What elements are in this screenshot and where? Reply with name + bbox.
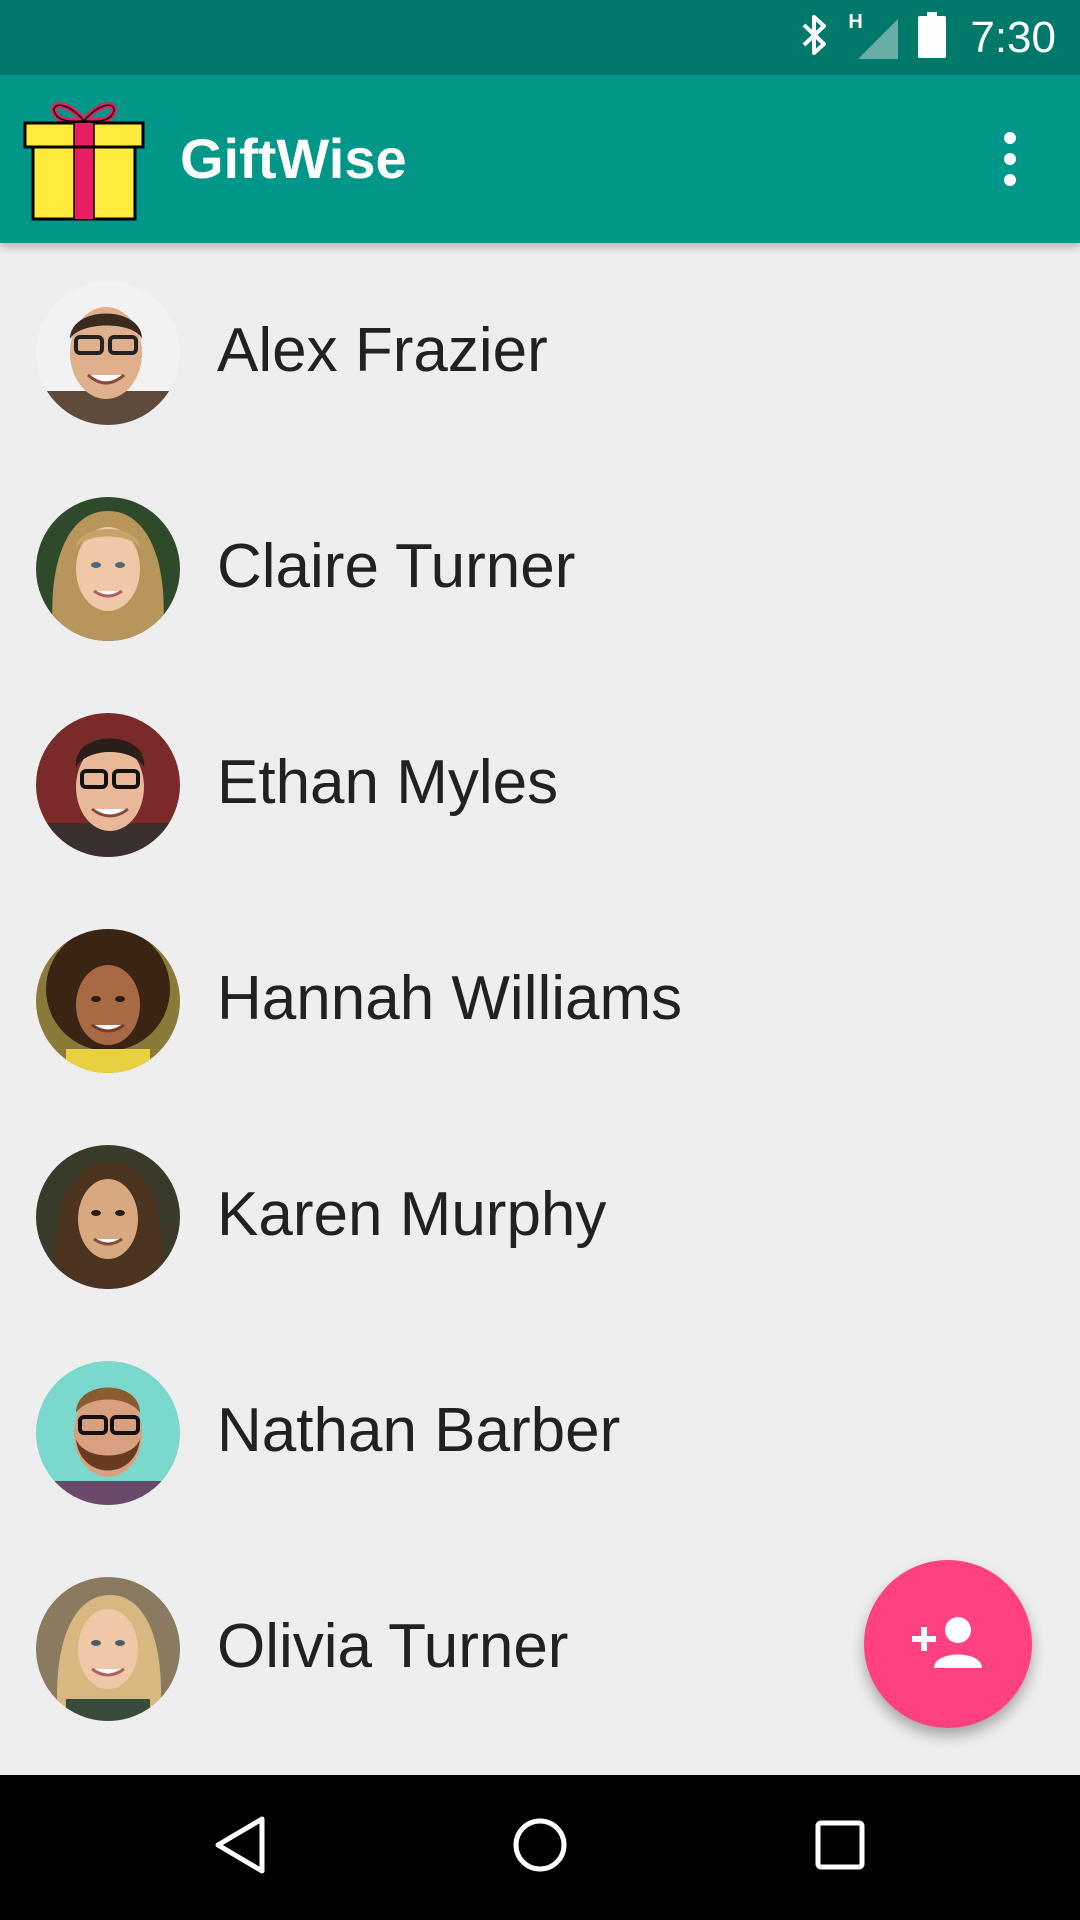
contact-item-ethan-myles[interactable]: Ethan Myles: [0, 675, 1080, 891]
screen: H 7:30 GiftWise Alex Frazier Claire Turn…: [0, 0, 1080, 1920]
app-title: GiftWise: [180, 127, 407, 190]
contact-item-karen-murphy[interactable]: Karen Murphy: [0, 1107, 1080, 1323]
avatar: [36, 1577, 180, 1721]
contact-name: Nathan Barber: [217, 1396, 621, 1465]
contact-name: Alex Frazier: [217, 316, 548, 385]
contact-name: Claire Turner: [217, 532, 576, 601]
contact-name: Ethan Myles: [217, 748, 559, 817]
avatar: [36, 713, 180, 857]
home-icon: [510, 1815, 570, 1880]
gift-icon: [22, 95, 146, 223]
back-icon: [212, 1815, 268, 1880]
contact-item-claire-turner[interactable]: Claire Turner: [0, 459, 1080, 675]
battery-icon: [918, 12, 947, 63]
status-bar: H 7:30: [0, 0, 1080, 75]
nav-bar: [0, 1775, 1080, 1920]
status-icons: H 7:30: [800, 0, 1056, 75]
status-time: 7:30: [970, 12, 1056, 62]
menu-dot: [1004, 174, 1016, 186]
contact-item-nathan-barber[interactable]: Nathan Barber: [0, 1323, 1080, 1539]
menu-dot: [1004, 153, 1016, 165]
contact-item-alex-frazier[interactable]: Alex Frazier: [0, 243, 1080, 459]
avatar: [36, 1361, 180, 1505]
avatar: [36, 281, 180, 425]
contact-name: Olivia Turner: [217, 1612, 569, 1681]
avatar: [36, 497, 180, 641]
recents-icon: [812, 1817, 868, 1878]
recents-button[interactable]: [760, 1775, 920, 1920]
contact-name: Karen Murphy: [217, 1180, 607, 1249]
person-add-icon: [912, 1614, 984, 1675]
contact-name: Hannah Williams: [217, 964, 683, 1033]
app-bar: GiftWise: [0, 75, 1080, 243]
contact-item-hannah-williams[interactable]: Hannah Williams: [0, 891, 1080, 1107]
signal-icon: H: [848, 11, 900, 61]
more-vert-icon[interactable]: [970, 119, 1050, 199]
bluetooth-icon: [800, 13, 830, 62]
avatar: [36, 1145, 180, 1289]
back-button[interactable]: [160, 1775, 320, 1920]
avatar: [36, 929, 180, 1073]
menu-dot: [1004, 132, 1016, 144]
add-contact-button[interactable]: [864, 1560, 1032, 1728]
contact-list: Alex Frazier Claire Turner Ethan Myles H…: [0, 243, 1080, 1775]
home-button[interactable]: [460, 1775, 620, 1920]
